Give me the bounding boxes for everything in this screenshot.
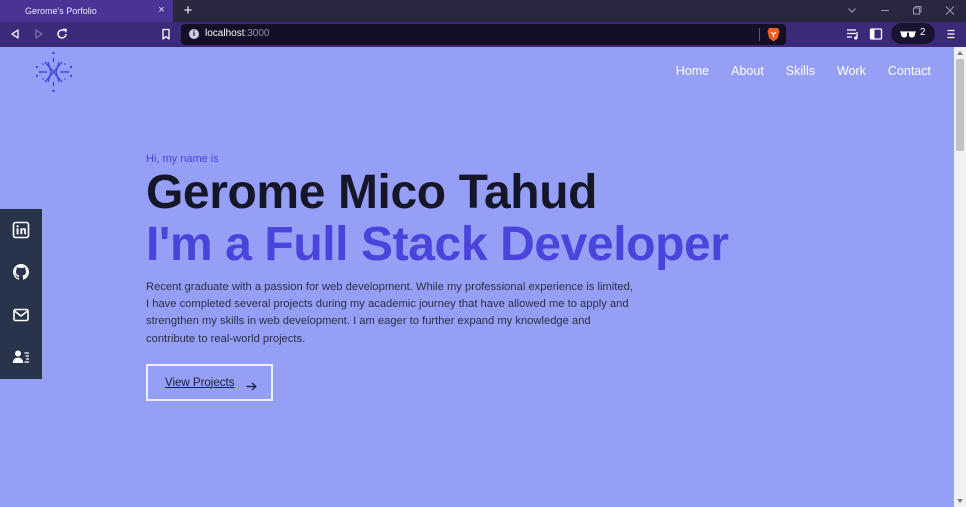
close-window-icon[interactable] xyxy=(942,3,958,18)
site-info-icon[interactable]: i xyxy=(189,29,199,39)
vpn-wallet-pill[interactable]: 2 xyxy=(891,23,935,44)
sidebar-toggle-icon[interactable] xyxy=(868,26,884,42)
hero-greeting: Hi, my name is xyxy=(146,153,219,165)
address-host: localhost xyxy=(205,28,245,39)
forward-icon[interactable] xyxy=(32,27,46,41)
nav-home[interactable]: Home xyxy=(676,64,709,78)
github-icon[interactable] xyxy=(12,263,30,281)
view-projects-button[interactable]: View Projects xyxy=(146,364,273,401)
social-sidebar xyxy=(0,209,42,379)
nav-skills[interactable]: Skills xyxy=(786,64,815,78)
nav-contact[interactable]: Contact xyxy=(888,64,931,78)
minimize-icon[interactable] xyxy=(877,3,893,18)
shields-count: 2 xyxy=(920,27,926,38)
arrow-right-icon xyxy=(246,378,257,391)
scroll-down-icon[interactable] xyxy=(957,499,963,503)
page-scrollbar[interactable] xyxy=(954,47,966,507)
address-bar[interactable]: i localhost:3000 xyxy=(181,24,786,45)
nav-work[interactable]: Work xyxy=(837,64,866,78)
site-logo[interactable] xyxy=(28,49,80,97)
main-nav: Home About Skills Work Contact xyxy=(654,64,931,78)
tab-search-icon[interactable] xyxy=(844,3,860,18)
address-divider xyxy=(759,28,760,41)
hero-role: I'm a Full Stack Developer xyxy=(146,218,729,271)
nav-about[interactable]: About xyxy=(731,64,764,78)
menu-icon[interactable] xyxy=(943,26,959,42)
scroll-thumb[interactable] xyxy=(956,59,964,151)
address-url: localhost:3000 xyxy=(205,28,270,39)
browser-tab-strip: Gerome's Porfolio × + xyxy=(0,0,966,22)
mail-icon[interactable] xyxy=(12,306,30,324)
view-projects-label: View Projects xyxy=(165,376,235,389)
tab-close-icon[interactable]: × xyxy=(155,4,168,17)
hero-bio: Recent graduate with a passion for web d… xyxy=(146,281,633,345)
bookmark-icon[interactable] xyxy=(159,27,173,41)
scroll-up-icon[interactable] xyxy=(957,51,963,55)
browser-toolbar: i localhost:3000 2 xyxy=(0,22,966,47)
playlist-icon[interactable] xyxy=(845,26,861,42)
linkedin-icon[interactable] xyxy=(12,221,30,239)
address-port: :3000 xyxy=(244,28,270,39)
portfolio-page: Home About Skills Work Contact Hi, my na… xyxy=(0,47,954,507)
hero-name: Gerome Mico Tahud xyxy=(146,166,598,219)
glasses-icon xyxy=(899,27,917,39)
back-icon[interactable] xyxy=(8,27,22,41)
restore-icon[interactable] xyxy=(909,3,925,18)
tab-title: Gerome's Porfolio xyxy=(25,6,97,16)
new-tab-button[interactable]: + xyxy=(180,2,196,19)
browser-tab[interactable]: Gerome's Porfolio × xyxy=(0,0,173,22)
resume-icon[interactable] xyxy=(12,348,30,366)
brave-shields-icon[interactable] xyxy=(767,27,780,42)
reload-icon[interactable] xyxy=(55,27,69,41)
hero-section: Hi, my name is Gerome Mico Tahud I'm a F… xyxy=(146,151,846,401)
